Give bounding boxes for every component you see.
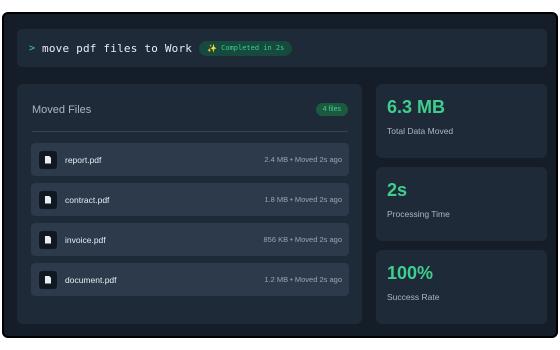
file-name: invoice.pdf [65,234,106,245]
file-meta: 856 KB • Moved 2s ago [263,235,342,244]
files-panel-header: Moved Files 4 files [32,98,348,132]
file-name: document.pdf [65,274,117,285]
file-meta: 1.2 MB • Moved 2s ago [264,275,342,284]
sparkles-icon: ✨ [207,43,218,53]
prompt-symbol: > [29,42,36,54]
document-icon [39,190,57,209]
file-name: report.pdf [65,154,102,165]
file-meta: 2.4 MB • Moved 2s ago [264,155,342,164]
file-row[interactable]: invoice.pdf 856 KB • Moved 2s ago [31,223,349,256]
command-text: move pdf files to Work [42,41,193,55]
command-bar[interactable]: > move pdf files to Work ✨ Completed in … [17,29,547,67]
stat-value: 6.3 MB [387,97,446,117]
stat-card-success-rate: 100% Success Rate [376,250,547,324]
document-icon [39,270,57,289]
app-window: > move pdf files to Work ✨ Completed in … [2,12,558,338]
file-count-badge: 4 files [315,103,348,116]
stat-label: Processing Time [387,209,450,219]
moved-files-panel: Moved Files 4 files report.pdf 2.4 MB • … [17,84,362,324]
stat-card-total-data: 6.3 MB Total Data Moved [376,84,547,158]
stat-value: 2s [387,180,408,200]
file-row[interactable]: report.pdf 2.4 MB • Moved 2s ago [31,143,349,176]
files-panel-title: Moved Files [32,103,92,116]
stat-label: Total Data Moved [387,126,454,136]
file-row[interactable]: document.pdf 1.2 MB • Moved 2s ago [31,263,349,296]
document-icon [39,230,57,249]
stat-label: Success Rate [387,292,440,302]
file-row[interactable]: contract.pdf 1.8 MB • Moved 2s ago [31,183,349,216]
document-icon [39,150,57,169]
completion-badge: ✨ Completed in 2s [199,40,293,56]
file-meta: 1.8 MB • Moved 2s ago [264,195,342,204]
stat-value: 100% [387,263,434,283]
stat-card-processing-time: 2s Processing Time [376,167,547,241]
completion-text: Completed in 2s [221,44,285,52]
file-name: contract.pdf [65,194,110,205]
file-list: report.pdf 2.4 MB • Moved 2s ago contrac… [31,143,349,303]
